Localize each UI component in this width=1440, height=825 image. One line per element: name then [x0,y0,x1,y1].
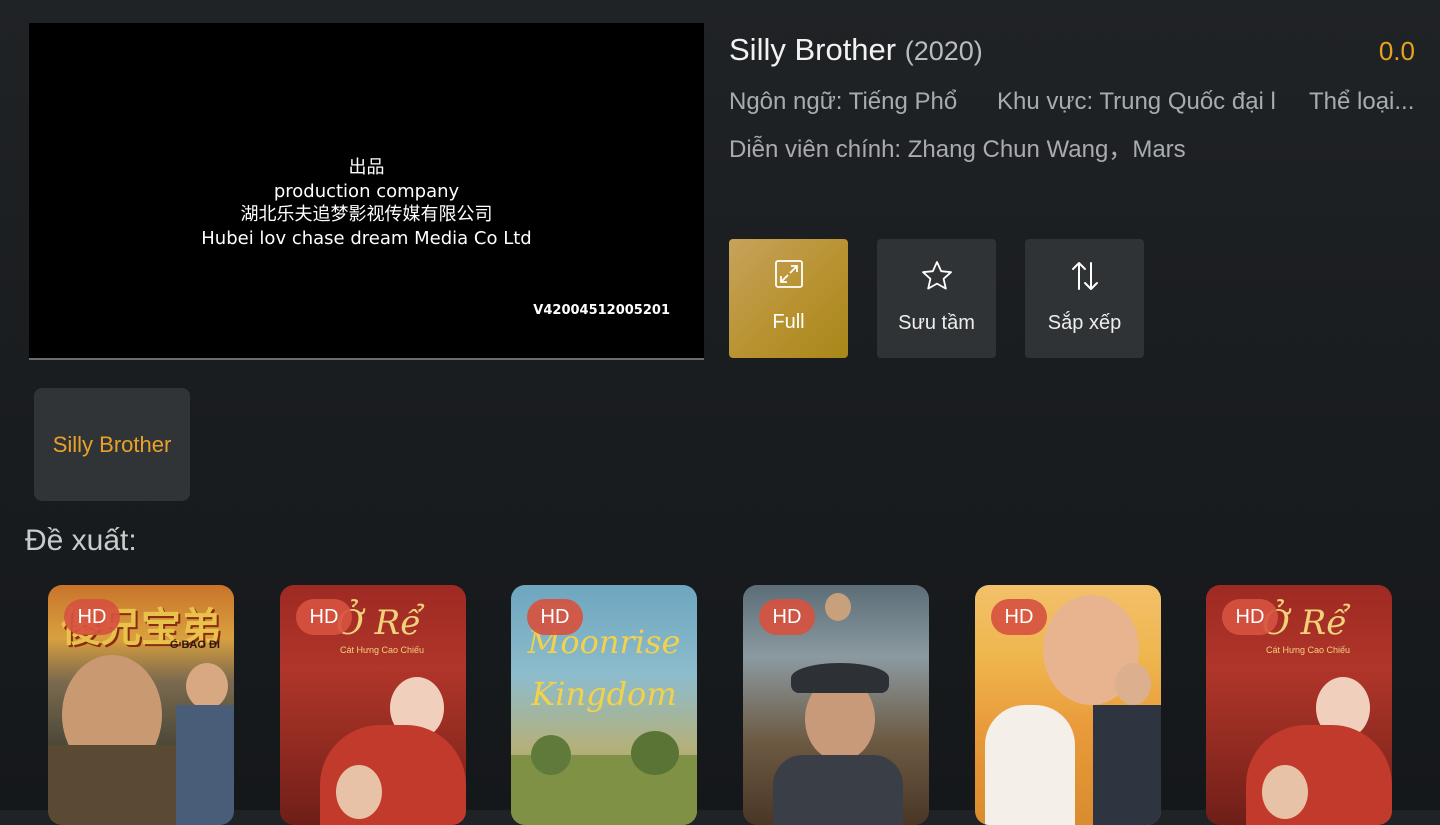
recommend-poster[interactable]: 傻兄宝弟 G BAO DI HD [48,585,234,825]
poster-figure-body [773,755,903,825]
sort-arrows-icon [1025,259,1144,293]
poster-figure-hat [791,663,889,693]
poster-tree [531,735,571,775]
hd-badge: HD [759,599,815,635]
credit-line: Hubei lov chase dream Media Co Ltd [201,227,532,249]
video-credits: 出品 production company 湖北乐夫追梦影视传媒有限公司 Hub… [29,156,704,250]
credit-line: production company [273,180,460,202]
region-info: Khu vực: Trung Quốc đại l [997,88,1276,115]
poster-figure-body [1093,705,1161,825]
hd-badge: HD [296,599,352,635]
poster-figure [186,663,228,709]
credit-line: 出品 [348,157,385,178]
recommend-poster[interactable]: Moonrise Kingdom HD [511,585,697,825]
video-code: V42004512005201 [533,303,670,318]
hd-badge: HD [64,599,120,635]
expand-icon [729,259,848,293]
episode-item[interactable]: Silly Brother [34,388,190,501]
full-button-label: Full [772,311,805,333]
movie-title: Silly Brother (2020) [729,32,983,68]
recommend-poster[interactable]: HD [743,585,929,825]
credit-line: 湖北乐夫追梦影视传媒有限公司 [240,204,493,225]
episode-label: Silly Brother [52,431,172,457]
hd-badge: HD [527,599,583,635]
poster-figure [1115,663,1151,705]
rating: 0.0 [1378,36,1415,66]
language-info: Ngôn ngữ: Tiếng Phổ [729,88,958,115]
poster-tree [631,731,679,775]
poster-figure [336,765,382,819]
collect-button-label: Sưu tầm [898,312,975,334]
poster-figure [825,593,851,621]
video-player[interactable]: 出品 production company 湖北乐夫追梦影视传媒有限公司 Hub… [29,23,704,360]
hd-badge: HD [991,599,1047,635]
title-row: Silly Brother (2020) 0.0 [729,28,1415,72]
recommend-poster[interactable]: Ở Rể Cát Hưng Cao Chiếu HD [280,585,466,825]
movie-year: (2020) [904,36,983,66]
poster-figure-body [48,745,188,825]
meta-row: Ngôn ngữ: Tiếng Phổ Khu vực: Trung Quốc … [729,88,1415,118]
sort-button[interactable]: Sắp xếp [1025,239,1144,358]
star-icon [877,259,996,293]
hd-badge: HD [1222,599,1278,635]
poster-subtitle: Cát Hưng Cao Chiếu [1266,645,1351,655]
recommend-poster[interactable]: HD [975,585,1161,825]
poster-subtitle: G BAO DI [169,639,220,651]
poster-figure [1262,765,1308,819]
poster-subtitle: Cát Hưng Cao Chiếu [340,645,425,655]
recommend-poster[interactable]: Ở Rể Cát Hưng Cao Chiếu HD [1206,585,1392,825]
movie-title-text: Silly Brother [729,32,897,67]
genre-info: Thể loại... [1309,88,1415,115]
cast-info: Diễn viên chính: Zhang Chun Wang，Mars [729,136,1186,163]
poster-figure-body [176,705,234,825]
sort-button-label: Sắp xếp [1047,312,1122,334]
full-button[interactable]: Full [729,239,848,358]
poster-figure-body [985,705,1075,825]
recommend-title: Đề xuất: [25,524,137,557]
poster-subtitle: Kingdom [531,675,677,713]
collect-button[interactable]: Sưu tầm [877,239,996,358]
